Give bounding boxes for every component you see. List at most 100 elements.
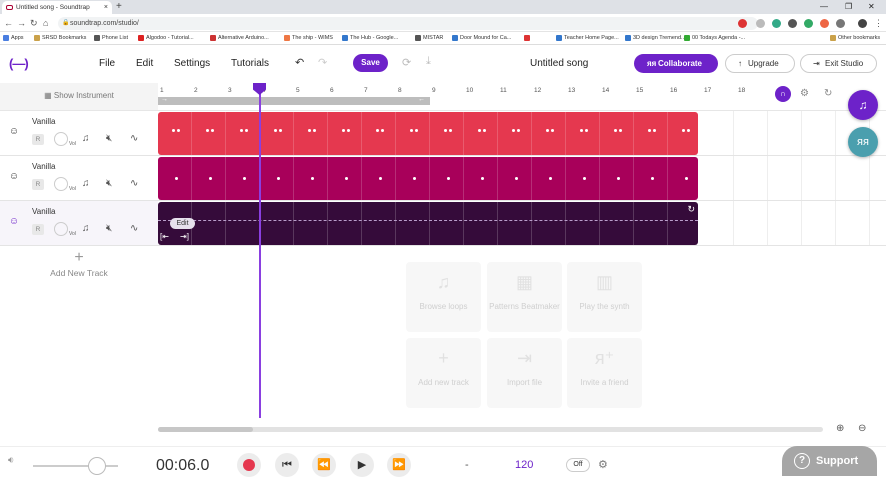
reload-icon[interactable]: ↻ [30, 17, 38, 29]
track-header[interactable]: ☺ Vanilla R Vol ♫ 🔇︎ ∿ [0, 156, 158, 201]
close-window-icon[interactable]: ✕ [868, 0, 875, 13]
edit-region-button[interactable]: Edit [170, 218, 195, 229]
bookmark-item[interactable]: The Hub - Google... [342, 32, 398, 45]
extension-icon[interactable] [804, 19, 813, 28]
track-lane[interactable]: ↻ [⇤ ⇥] [158, 201, 886, 246]
redo-icon[interactable]: ↷ [318, 56, 327, 69]
track-header[interactable]: ☺ Vanilla R Vol ♫ 🔇︎ ∿ [0, 111, 158, 156]
extensions-puzzle-icon[interactable] [836, 19, 845, 28]
bookmark-item[interactable]: Phone List [94, 32, 128, 45]
extension-icon[interactable] [820, 19, 829, 28]
loop-toggle-icon[interactable]: ↻ [824, 88, 832, 99]
master-volume-thumb[interactable] [88, 457, 106, 475]
bookmark-item[interactable]: MISTAR [415, 32, 443, 45]
new-tab-button[interactable]: + [116, 0, 122, 14]
patterns-beatmaker-tile[interactable]: ▦ Patterns Beatmaker [487, 262, 562, 332]
menu-edit[interactable]: Edit [136, 58, 153, 69]
headphones-icon[interactable]: ♫ [82, 223, 90, 234]
track-header-selected[interactable]: ☺ Vanilla R Vol ♫ 🔇︎ ∿ [0, 201, 158, 246]
close-tab-icon[interactable]: × [104, 1, 108, 14]
loop-end-arrow-icon[interactable]: ← [418, 96, 425, 103]
extension-icon[interactable] [788, 19, 797, 28]
record-arm-button[interactable]: R [32, 224, 44, 235]
menu-settings[interactable]: Settings [174, 58, 210, 69]
extension-icon[interactable] [772, 19, 781, 28]
extension-icon[interactable] [738, 19, 747, 28]
back-icon[interactable]: ← [4, 17, 13, 29]
menu-file[interactable]: File [99, 58, 115, 69]
loop-region-selected[interactable]: ↻ [⇤ ⇥] [158, 202, 702, 245]
horizontal-scrollbar[interactable] [158, 427, 823, 432]
bookmark-item[interactable]: SRSD Bookmarks [34, 32, 86, 45]
record-arm-button[interactable]: R [32, 134, 44, 145]
url-input[interactable]: 🔒 soundtrap.com/studio/ [58, 17, 758, 30]
music-note-fab-icon[interactable]: ♫ [848, 90, 878, 120]
volume-knob[interactable] [54, 132, 68, 146]
browser-tab[interactable]: Untitled song - Soundtrap × [2, 1, 112, 14]
headphones-icon[interactable]: ♫ [82, 178, 90, 189]
undo-icon[interactable]: ↶ [295, 56, 304, 69]
loop-start-arrow-icon[interactable]: → [161, 96, 168, 103]
bookmark-item[interactable]: 00 Todays Agenda -... [684, 32, 745, 45]
play-button[interactable]: ▶ [350, 453, 374, 477]
invite-friend-tile[interactable]: ᴙ⁺ Invite a friend [567, 338, 642, 408]
add-new-track-tile[interactable]: + Add new track [406, 338, 481, 408]
settings-gear-icon[interactable]: ⚙ [800, 88, 809, 99]
browser-menu-icon[interactable]: ⋮ [874, 17, 883, 29]
key-display[interactable]: - [465, 459, 469, 471]
show-instrument-button[interactable]: ▦ Show Instrument [0, 83, 158, 111]
collaborate-button[interactable]: ᴙᴙ Collaborate [634, 54, 718, 73]
speaker-icon[interactable]: 🔉︎ [8, 455, 14, 466]
track-name[interactable]: Vanilla [32, 162, 55, 171]
headphones-icon[interactable]: ♫ [82, 133, 90, 144]
fast-forward-button[interactable]: ⏩ [387, 453, 411, 477]
loop-range[interactable]: → ← [158, 96, 430, 105]
loop-region[interactable] [158, 157, 702, 200]
zoom-out-icon[interactable]: ⊖ [858, 423, 866, 434]
bookmark-item[interactable]: Teacher Home Page... [556, 32, 619, 45]
upgrade-button[interactable]: ↑ Upgrade [725, 54, 795, 73]
timeline-ruler[interactable]: 123456789101112131415161718 → ← ∩ ⚙ ↻ [158, 83, 886, 111]
bookmark-item[interactable]: Door Mound for Ca... [452, 32, 511, 45]
minimize-icon[interactable]: — [820, 0, 828, 13]
scrollbar-thumb[interactable] [158, 427, 253, 432]
sync-icon[interactable]: ⟳ [402, 56, 411, 69]
download-icon[interactable]: ⤓ [426, 55, 431, 68]
collaborators-fab-icon[interactable]: ᴙᴙ [848, 127, 878, 157]
mute-icon[interactable]: 🔇︎ [106, 223, 112, 234]
bookmark-apps[interactable]: Apps [3, 32, 24, 45]
soundtrap-logo[interactable]: (—) [9, 56, 29, 71]
extension-icon[interactable] [756, 19, 765, 28]
exit-studio-button[interactable]: ⇥ Exit Studio [800, 54, 877, 73]
browse-loops-tile[interactable]: ♫ Browse loops [406, 262, 481, 332]
track-name[interactable]: Vanilla [32, 117, 55, 126]
rewind-button[interactable]: ⏪ [312, 453, 336, 477]
playhead[interactable] [259, 85, 261, 418]
automation-icon[interactable]: ∿ [130, 133, 138, 144]
bookmark-item[interactable]: Algodoo - Tutorial... [138, 32, 194, 45]
menu-tutorials[interactable]: Tutorials [231, 58, 269, 69]
zoom-in-icon[interactable]: ⊕ [836, 423, 844, 434]
import-file-tile[interactable]: ⇥ Import file [487, 338, 562, 408]
track-lane[interactable] [158, 111, 886, 156]
home-icon[interactable]: ⌂ [43, 17, 48, 29]
add-new-track-button[interactable]: + Add New Track [0, 248, 158, 288]
skip-to-start-button[interactable]: ⏮ [275, 453, 299, 477]
song-title[interactable]: Untitled song [530, 58, 588, 69]
track-name[interactable]: Vanilla [32, 207, 55, 216]
track-lane[interactable] [158, 156, 886, 201]
tempo-display[interactable]: 120 [515, 459, 533, 471]
maximize-icon[interactable]: ❐ [845, 0, 852, 13]
forward-icon[interactable]: → [17, 17, 26, 29]
volume-knob[interactable] [54, 222, 68, 236]
tuner-icon[interactable]: ∩ [775, 86, 791, 102]
bookmark-other[interactable]: Other bookmarks [830, 32, 880, 45]
profile-avatar[interactable] [858, 19, 867, 28]
mute-icon[interactable]: 🔇︎ [106, 178, 112, 189]
bookmark-item[interactable]: 3D design Tremend... [625, 32, 686, 45]
automation-icon[interactable]: ∿ [130, 178, 138, 189]
save-button[interactable]: Save [353, 54, 388, 72]
play-synth-tile[interactable]: ▥ Play the synth [567, 262, 642, 332]
loop-region[interactable] [158, 112, 702, 155]
record-button[interactable] [237, 453, 261, 477]
